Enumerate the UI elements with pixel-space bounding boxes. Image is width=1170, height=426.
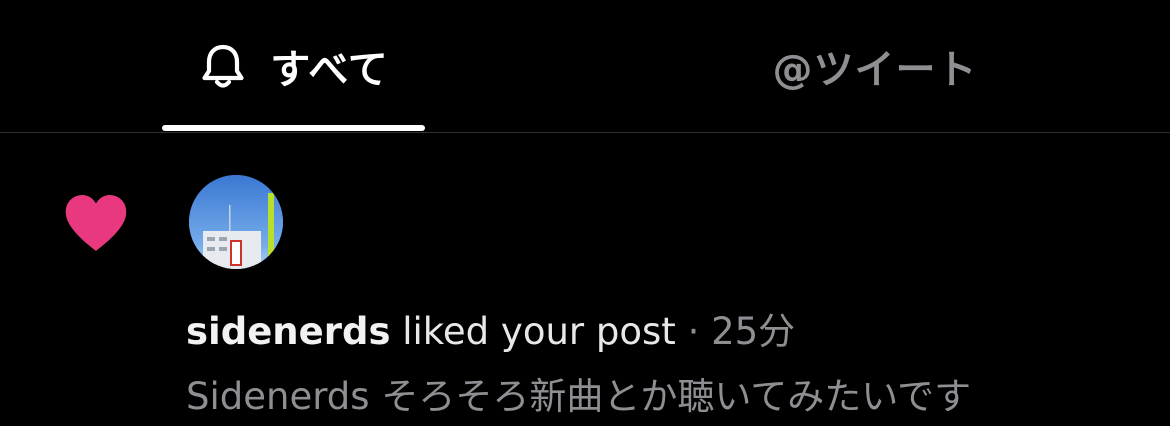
notification-item[interactable]: sidenerds liked your post · 25分 Sidenerd… — [0, 133, 1170, 426]
notification-username[interactable]: sidenerds — [186, 310, 390, 353]
notification-separator: · — [687, 310, 700, 353]
avatar[interactable] — [189, 175, 283, 269]
heart-icon — [65, 195, 127, 251]
tab-all-label: すべて — [270, 47, 389, 93]
avatar-image — [189, 175, 283, 269]
notification-post-preview: Sidenerds そろそろ新曲とか聴いてみたいです — [186, 375, 972, 418]
bell-icon — [202, 44, 244, 88]
tab-all[interactable]: すべて — [162, 0, 425, 132]
active-tab-indicator — [162, 125, 425, 131]
tab-mentions-label: @ツイート — [772, 47, 978, 93]
tab-mentions[interactable]: @ツイート — [700, 0, 1050, 132]
notification-text: sidenerds liked your post · 25分 — [186, 301, 795, 355]
notification-action: liked your post — [402, 310, 676, 353]
notification-tabs: すべて @ツイート — [0, 0, 1170, 132]
notification-time: 25分 — [711, 310, 796, 353]
